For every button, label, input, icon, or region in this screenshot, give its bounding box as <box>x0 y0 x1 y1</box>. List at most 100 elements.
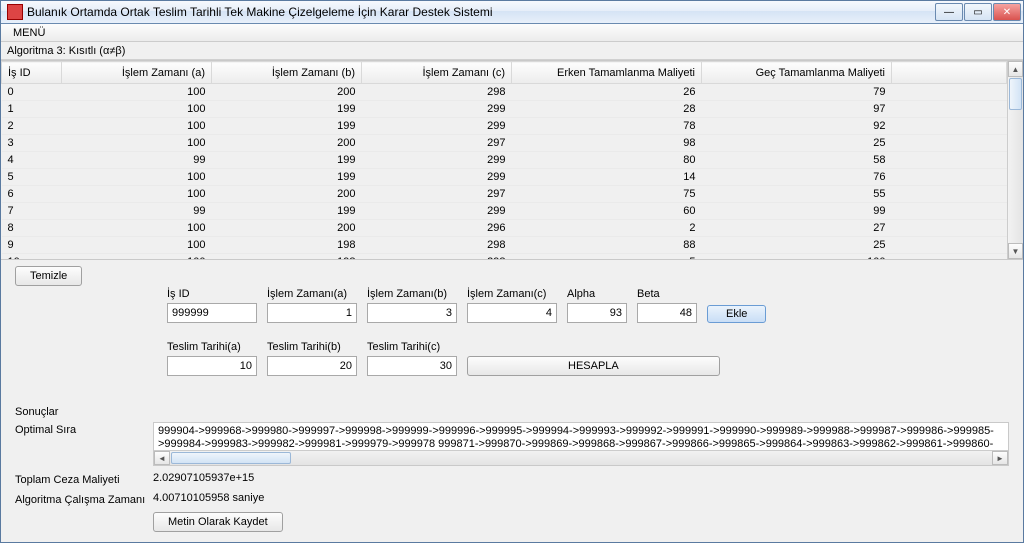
lbl-dc: Teslim Tarihi(c) <box>367 341 457 353</box>
cell-early: 2 <box>512 220 702 237</box>
cell-b: 199 <box>212 203 362 220</box>
cell-early: 98 <box>512 135 702 152</box>
col-a[interactable]: İşlem Zamanı (a) <box>62 62 212 84</box>
close-button[interactable]: ✕ <box>993 3 1021 21</box>
cell-early: 60 <box>512 203 702 220</box>
table-row[interactable]: 8100200296227 <box>2 220 1007 237</box>
results-area: Sonuçlar Optimal Sıra 999904->999968->99… <box>1 402 1023 542</box>
col-b[interactable]: İşlem Zamanı (b) <box>212 62 362 84</box>
cell-a: 100 <box>62 220 212 237</box>
table-row[interactable]: 31002002979825 <box>2 135 1007 152</box>
cell-a: 100 <box>62 237 212 254</box>
cell-c: 298 <box>362 237 512 254</box>
cell-late: 99 <box>702 203 892 220</box>
input-dc[interactable] <box>367 356 457 376</box>
lbl-alpha: Alpha <box>567 288 627 300</box>
data-grid-area: İş ID İşlem Zamanı (a) İşlem Zamanı (b) … <box>1 60 1023 260</box>
grid-header-row: İş ID İşlem Zamanı (a) İşlem Zamanı (b) … <box>2 62 1007 84</box>
col-late[interactable]: Geç Tamamlanma Maliyeti <box>702 62 892 84</box>
table-row[interactable]: 61002002977555 <box>2 186 1007 203</box>
cell-late: 25 <box>702 237 892 254</box>
menu-item[interactable]: MENÜ <box>7 25 51 41</box>
cell-early: 14 <box>512 169 702 186</box>
cell-late: 79 <box>702 84 892 101</box>
input-a[interactable] <box>267 303 357 323</box>
add-button[interactable]: Ekle <box>707 305 766 323</box>
input-id[interactable] <box>167 303 257 323</box>
optimal-sequence-box[interactable]: 999904->999968->999980->999997->999998->… <box>153 422 1009 466</box>
cell-b: 200 <box>212 84 362 101</box>
cell-late: 97 <box>702 101 892 118</box>
cell-a: 99 <box>62 203 212 220</box>
cell-id: 0 <box>2 84 62 101</box>
table-row[interactable]: 7991992996099 <box>2 203 1007 220</box>
cell-c: 297 <box>362 186 512 203</box>
sequence-horizontal-scrollbar[interactable]: ◄ ► <box>154 450 1008 465</box>
grid-vertical-scrollbar[interactable]: ▲ ▼ <box>1007 61 1023 259</box>
table-row[interactable]: 101001982985100 <box>2 254 1007 260</box>
table-row[interactable]: 4991992998058 <box>2 152 1007 169</box>
cell-late: 25 <box>702 135 892 152</box>
input-form: İş ID İşlem Zamanı(a) İşlem Zamanı(b) İş… <box>15 286 1009 376</box>
scroll-up-arrow-icon[interactable]: ▲ <box>1008 61 1023 77</box>
cell-b: 199 <box>212 152 362 169</box>
scroll-down-arrow-icon[interactable]: ▼ <box>1008 243 1023 259</box>
cell-early: 80 <box>512 152 702 169</box>
data-grid[interactable]: İş ID İşlem Zamanı (a) İşlem Zamanı (b) … <box>1 61 1007 259</box>
cell-a: 100 <box>62 135 212 152</box>
cell-a: 100 <box>62 254 212 260</box>
cell-id: 3 <box>2 135 62 152</box>
col-early[interactable]: Erken Tamamlanma Maliyeti <box>512 62 702 84</box>
window-title: Bulanık Ortamda Ortak Teslim Tarihli Tek… <box>27 5 934 19</box>
cell-early: 28 <box>512 101 702 118</box>
minimize-button[interactable]: — <box>935 3 963 21</box>
algorithm-selector[interactable]: Algoritma 3: Kısıtlı (α≠β) <box>1 42 1023 60</box>
optimal-label: Optimal Sıra <box>15 422 153 436</box>
cell-early: 75 <box>512 186 702 203</box>
scroll-thumb[interactable] <box>1009 78 1022 110</box>
input-da[interactable] <box>167 356 257 376</box>
input-c[interactable] <box>467 303 557 323</box>
cell-b: 199 <box>212 101 362 118</box>
scroll-right-arrow-icon[interactable]: ► <box>992 451 1008 465</box>
input-db[interactable] <box>267 356 357 376</box>
clear-button[interactable]: Temizle <box>15 266 82 286</box>
cell-a: 100 <box>62 186 212 203</box>
table-row[interactable]: 21001992997892 <box>2 118 1007 135</box>
cell-a: 100 <box>62 101 212 118</box>
cell-a: 99 <box>62 152 212 169</box>
table-row[interactable]: 91001982988825 <box>2 237 1007 254</box>
cell-early: 26 <box>512 84 702 101</box>
table-row[interactable]: 01002002982679 <box>2 84 1007 101</box>
cell-id: 4 <box>2 152 62 169</box>
results-heading: Sonuçlar <box>15 406 1009 418</box>
cost-value: 2.02907105937e+15 <box>153 472 254 484</box>
cell-a: 100 <box>62 169 212 186</box>
cell-b: 199 <box>212 118 362 135</box>
table-row[interactable]: 11001992992897 <box>2 101 1007 118</box>
maximize-button[interactable]: ▭ <box>964 3 992 21</box>
lbl-id: İş ID <box>167 288 257 300</box>
col-id[interactable]: İş ID <box>2 62 62 84</box>
time-value: 4.00710105958 saniye <box>153 492 264 504</box>
input-b[interactable] <box>367 303 457 323</box>
col-c[interactable]: İşlem Zamanı (c) <box>362 62 512 84</box>
lbl-beta: Beta <box>637 288 697 300</box>
table-row[interactable]: 51001992991476 <box>2 169 1007 186</box>
app-icon <box>7 4 23 20</box>
scroll-thumb-h[interactable] <box>171 452 291 464</box>
cell-id: 6 <box>2 186 62 203</box>
cell-c: 297 <box>362 135 512 152</box>
cell-id: 1 <box>2 101 62 118</box>
input-beta[interactable] <box>637 303 697 323</box>
save-text-button[interactable]: Metin Olarak Kaydet <box>153 512 283 532</box>
cell-late: 100 <box>702 254 892 260</box>
scroll-left-arrow-icon[interactable]: ◄ <box>154 451 170 465</box>
input-alpha[interactable] <box>567 303 627 323</box>
cell-id: 8 <box>2 220 62 237</box>
compute-button[interactable]: HESAPLA <box>467 356 720 376</box>
cell-early: 78 <box>512 118 702 135</box>
cell-id: 7 <box>2 203 62 220</box>
cell-c: 299 <box>362 118 512 135</box>
cell-id: 10 <box>2 254 62 260</box>
